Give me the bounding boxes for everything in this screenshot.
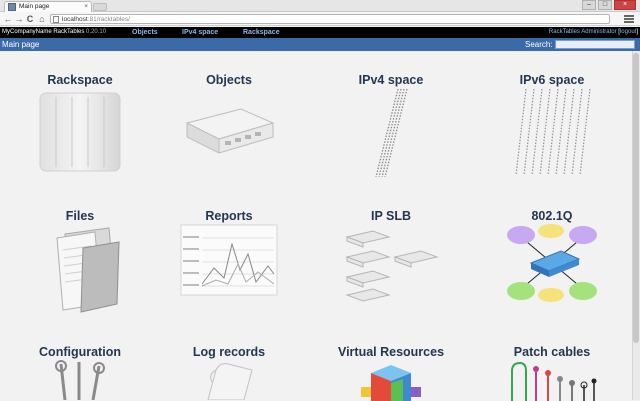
home-icon[interactable]: ⌂ [37, 14, 47, 24]
ipv4-icon[interactable] [371, 87, 411, 179]
files-icon[interactable] [39, 224, 121, 314]
maximize-button[interactable]: □ [598, 0, 612, 10]
window-controls: – □ × [582, 0, 636, 11]
ipv6-icon[interactable] [512, 87, 592, 179]
breadcrumb[interactable]: Main page [2, 38, 39, 51]
browser-toolbar: ← → C ⌂ localhost:81/racktables/ [0, 12, 640, 26]
rackspace-icon[interactable] [34, 89, 126, 175]
tile-ipv4-space[interactable]: IPv4 space [311, 73, 471, 183]
tile-title[interactable]: IPv6 space [472, 73, 632, 87]
back-icon[interactable]: ← [3, 14, 13, 24]
app-brand: MyCompanyName RackTables 0.20.10 [2, 29, 107, 35]
favicon-icon [8, 3, 16, 11]
reload-icon[interactable]: C [25, 14, 35, 24]
tile-reports[interactable]: Reports [149, 209, 309, 315]
browser-menu-icon[interactable] [624, 15, 634, 23]
page-icon [53, 16, 59, 23]
tile-title[interactable]: Virtual Resources [311, 345, 471, 359]
tile-title[interactable]: IP SLB [311, 209, 471, 223]
minimize-button[interactable]: – [582, 0, 596, 10]
tab-close-icon[interactable]: × [84, 2, 88, 12]
forward-icon[interactable]: → [14, 14, 24, 24]
tile-title[interactable]: Rackspace [0, 73, 160, 87]
address-bar[interactable]: localhost:81/racktables/ [50, 14, 610, 24]
new-tab-button[interactable] [93, 3, 107, 11]
tile-ipv6-space[interactable]: IPv6 space [472, 73, 632, 183]
user-name-link[interactable]: RackTables Administrator [549, 29, 617, 35]
reports-icon[interactable] [180, 224, 278, 296]
tile-objects[interactable]: Objects [149, 73, 309, 183]
tile-title[interactable]: Files [0, 209, 160, 223]
tile-patch-cables[interactable]: Patch cables [472, 345, 632, 401]
tile-title[interactable]: Objects [149, 73, 309, 87]
server-icon[interactable] [181, 103, 277, 159]
browser-tab[interactable]: Main page × [4, 1, 92, 12]
tile-title[interactable]: Configuration [0, 345, 160, 359]
nav-objects[interactable]: Objects [132, 27, 158, 38]
logout-link[interactable]: logout [620, 29, 636, 35]
url-text: localhost:81/racktables/ [62, 16, 130, 23]
nav-ipv4-space[interactable]: IPv4 space [182, 27, 218, 38]
tile-configuration[interactable]: Configuration [0, 345, 160, 400]
app-version: 0.20.10 [86, 29, 107, 35]
tile-log-records[interactable]: Log records [149, 345, 309, 400]
cubes-icon[interactable] [351, 361, 431, 401]
tile-title[interactable]: Reports [149, 209, 309, 223]
tile-title[interactable]: Log records [149, 345, 309, 359]
app-header: MyCompanyName RackTables 0.20.10 Objects… [0, 27, 640, 38]
nav-rackspace[interactable]: Rackspace [243, 27, 280, 38]
cables-icon[interactable] [504, 361, 600, 401]
vlan-icon[interactable] [505, 223, 599, 305]
window-close-button[interactable]: × [614, 0, 636, 10]
search-input[interactable] [555, 40, 635, 49]
search-label: Search: [525, 40, 553, 49]
tile-rackspace[interactable]: Rackspace [0, 73, 160, 183]
tile-802-1q[interactable]: 802.1Q [472, 209, 632, 315]
page-bar: Main page Search: [0, 38, 640, 51]
tab-title: Main page [19, 3, 50, 10]
tile-title[interactable]: IPv4 space [311, 73, 471, 87]
ipslb-icon[interactable] [343, 227, 439, 303]
tile-title[interactable]: 802.1Q [472, 209, 632, 223]
tile-virtual-resources[interactable]: Virtual Resources [311, 345, 471, 401]
log-icon[interactable] [194, 360, 264, 400]
scrollbar-thumb[interactable] [633, 53, 639, 343]
tile-title[interactable]: Patch cables [472, 345, 632, 359]
user-info: RackTables Administrator [logout] [548, 29, 638, 35]
tools-icon[interactable] [45, 360, 115, 400]
tile-ip-slb[interactable]: IP SLB [311, 209, 471, 315]
browser-titlebar: Main page × – □ × [0, 0, 640, 12]
tile-files[interactable]: Files [0, 209, 160, 315]
